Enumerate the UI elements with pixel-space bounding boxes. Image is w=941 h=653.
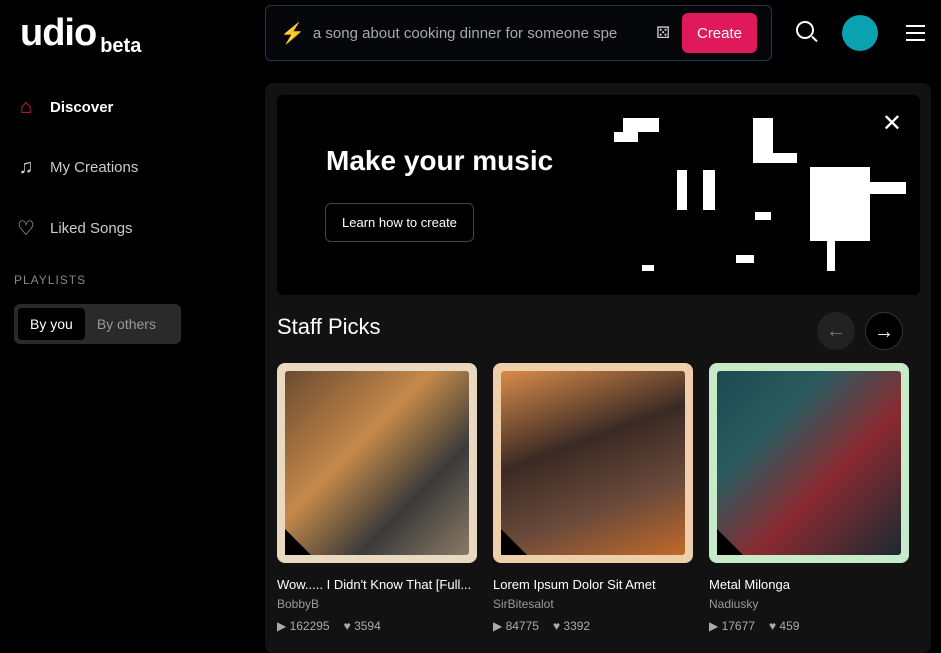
heart-icon: ♡ (17, 218, 35, 240)
music-note-icon: ♫ (18, 156, 34, 178)
random-prompt-icon[interactable]: ⚄ (656, 23, 670, 43)
play-icon: ▶ (277, 619, 290, 633)
tab-by-you[interactable]: By you (18, 308, 85, 340)
learn-button[interactable]: Learn how to create (325, 203, 474, 242)
create-button[interactable]: Create (682, 13, 757, 53)
song-cover[interactable] (709, 363, 909, 563)
song-cover[interactable] (277, 363, 477, 563)
playlist-filter: By you By others (14, 304, 181, 344)
section-title: Staff Picks (277, 314, 381, 339)
like-count: ♥ 459 (768, 619, 800, 633)
song-card[interactable]: Wow..... I Didn't Know That [Full... Bob… (277, 363, 477, 633)
song-artist[interactable]: BobbyB (277, 597, 477, 611)
play-count: ▶ 84775 (493, 619, 539, 633)
song-title[interactable]: Wow..... I Didn't Know That [Full... (277, 577, 477, 592)
song-artist[interactable]: SirBitesalot (493, 597, 693, 611)
like-count: ♥ 3594 (343, 619, 381, 633)
play-count: ▶ 17677 (709, 619, 755, 633)
next-arrow-icon[interactable]: → (865, 312, 903, 350)
play-icon: ▶ (709, 619, 722, 633)
home-icon: ⌂ (19, 96, 33, 118)
play-icon: ▶ (493, 619, 506, 633)
song-cover[interactable] (493, 363, 693, 563)
lightning-icon: ⚡ (280, 22, 305, 45)
heart-icon: ♥ (343, 619, 355, 633)
prompt-bar: ⚡ ⚄ Create (265, 5, 772, 61)
playlists-heading: PLAYLISTS (14, 273, 87, 287)
song-card[interactable]: Metal Milonga Nadiusky ▶ 17677 ♥ 459 (709, 363, 909, 633)
prev-arrow-icon[interactable]: ← (817, 312, 855, 350)
like-count: ♥ 3392 (552, 619, 591, 633)
banner-title: Make your music (326, 145, 554, 176)
close-icon[interactable]: ✕ (882, 109, 902, 138)
sidebar-item-discover[interactable]: ⌂ Discover (14, 96, 113, 119)
song-card[interactable]: Lorem Ipsum Dolor Sit Amet SirBitesalot … (493, 363, 693, 633)
play-count: ▶ 162295 (277, 619, 330, 633)
song-title[interactable]: Metal Milonga (709, 577, 909, 592)
promo-banner: Make your music Learn how to create ✕ (277, 95, 920, 295)
prompt-input[interactable] (312, 24, 645, 42)
tab-by-others[interactable]: By others (85, 308, 168, 340)
hamburger-menu-icon[interactable] (906, 25, 925, 46)
song-title[interactable]: Lorem Ipsum Dolor Sit Amet (493, 577, 693, 592)
sidebar-item-my-creations[interactable]: ♫ My Creations (14, 156, 139, 179)
udio-logo[interactable]: udio beta (20, 14, 141, 57)
sidebar-item-liked-songs[interactable]: ♡ Liked Songs (14, 216, 133, 241)
song-artist[interactable]: Nadiusky (709, 597, 909, 611)
avatar[interactable] (842, 15, 878, 51)
heart-icon: ♥ (768, 619, 780, 633)
search-icon[interactable] (796, 21, 814, 39)
heart-icon: ♥ (552, 619, 564, 633)
